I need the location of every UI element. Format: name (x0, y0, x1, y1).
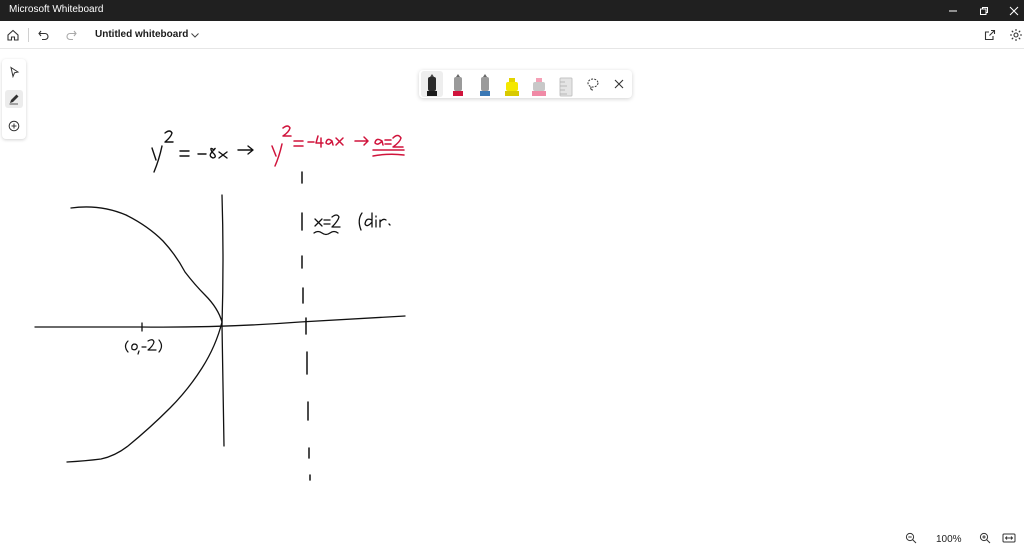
zoom-level: 100% (936, 534, 962, 545)
close-window-button[interactable] (998, 0, 1024, 21)
app-toolbar: Untitled whiteboard (0, 21, 1024, 49)
chevron-down-icon (191, 33, 199, 38)
zoom-out-button[interactable] (903, 530, 919, 546)
zoom-in-icon (979, 532, 991, 544)
board-title-dropdown[interactable] (186, 26, 204, 44)
minimize-button[interactable] (937, 0, 969, 21)
ink-equation-black (151, 130, 254, 173)
settings-icon (1010, 29, 1022, 41)
redo-icon (66, 30, 77, 41)
whiteboard-canvas[interactable] (0, 49, 1024, 548)
ink-label-vertex (124, 339, 163, 355)
fit-to-screen-icon (1002, 533, 1016, 543)
parabola-curve (66, 206, 223, 463)
undo-button[interactable] (35, 26, 53, 44)
toolbar-divider (28, 28, 29, 42)
ink-label-directrix (313, 212, 391, 236)
zoom-controls: 100% (896, 528, 1024, 548)
share-button[interactable] (981, 26, 999, 44)
fit-to-screen-button[interactable] (1001, 530, 1017, 546)
share-icon (984, 29, 996, 41)
title-bar: Microsoft Whiteboard (0, 0, 1024, 21)
minimize-icon (949, 10, 957, 11)
board-title[interactable]: Untitled whiteboard (95, 29, 188, 40)
zoom-in-button[interactable] (977, 530, 993, 546)
home-icon (7, 29, 19, 41)
close-icon (1009, 6, 1019, 15)
zoom-out-icon (905, 532, 917, 544)
restore-button[interactable] (968, 0, 1000, 21)
ink-equation-red (271, 125, 405, 167)
undo-icon (38, 30, 49, 41)
directrix-dashes (301, 171, 311, 481)
home-button[interactable] (4, 26, 22, 44)
settings-button[interactable] (1007, 26, 1024, 44)
redo-button[interactable] (62, 26, 80, 44)
restore-icon (980, 6, 988, 15)
app-title: Microsoft Whiteboard (9, 4, 104, 15)
y-axis-line (221, 194, 225, 447)
